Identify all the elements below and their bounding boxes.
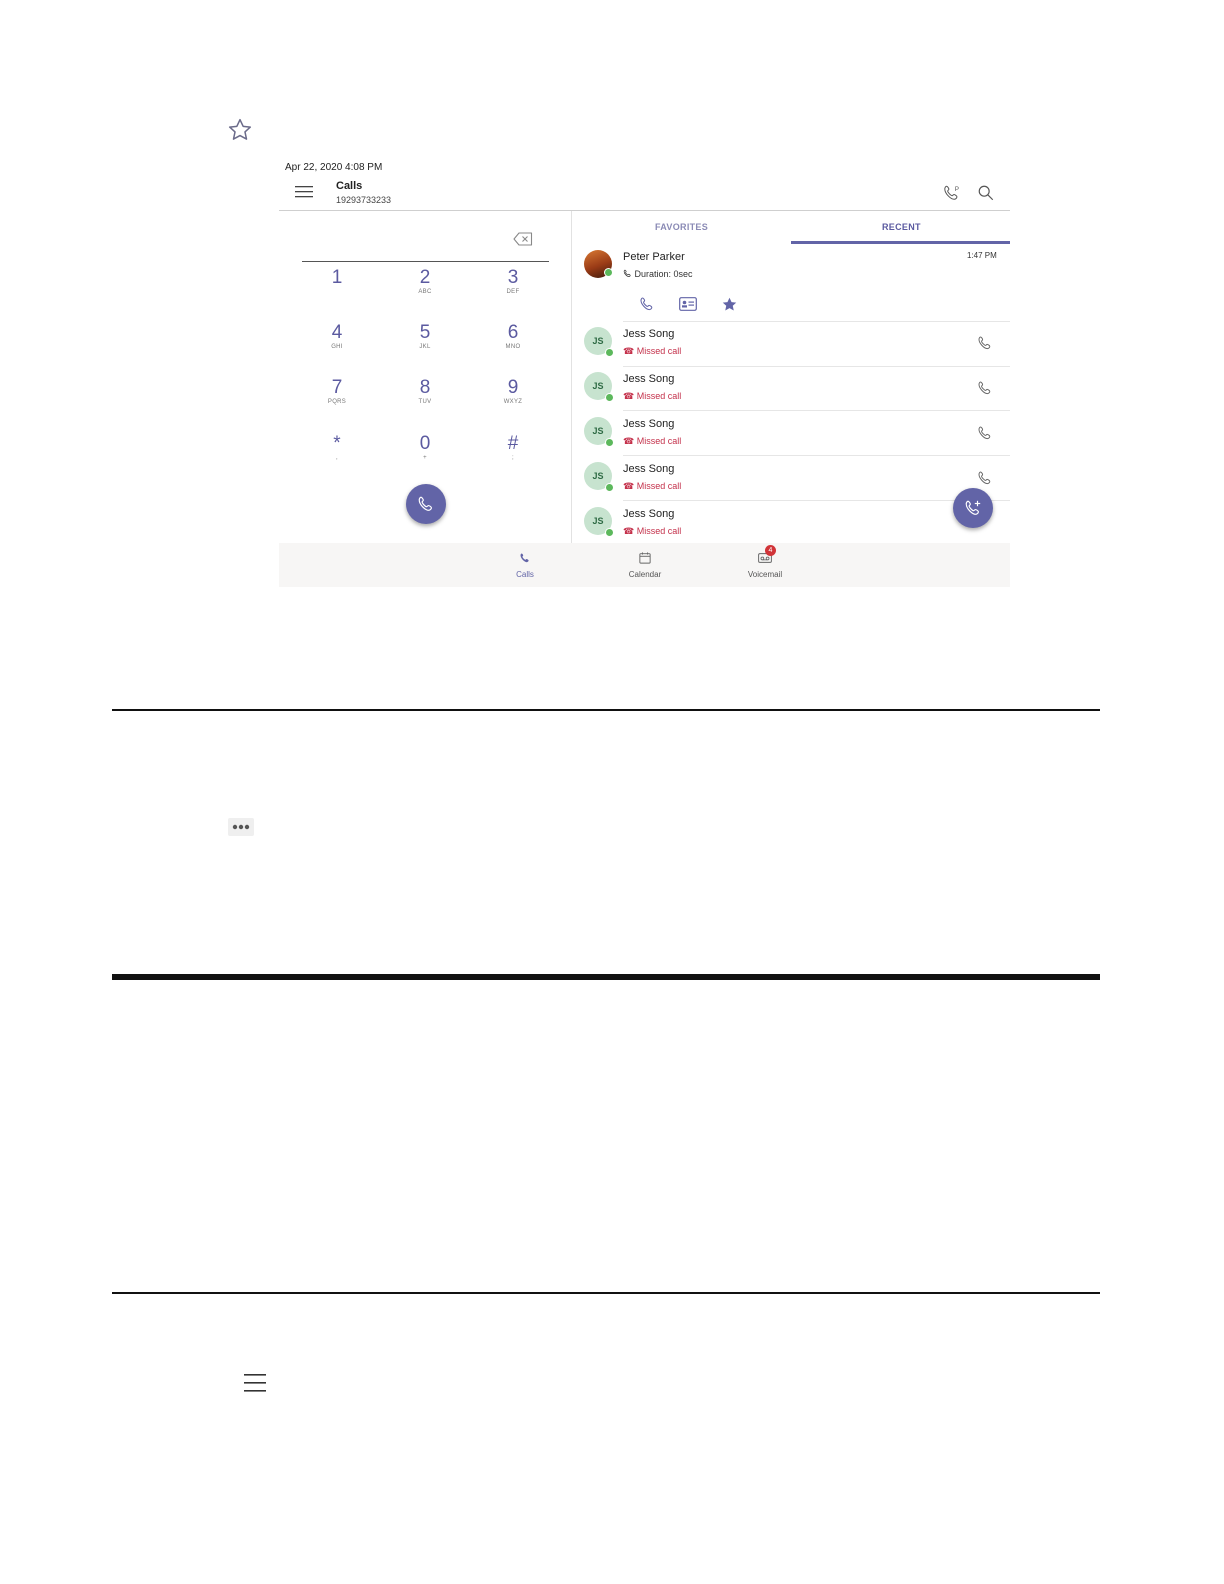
call-status: ☎ Missed call — [623, 346, 681, 357]
active-tab-indicator — [791, 241, 1010, 244]
call-status-text: Missed call — [636, 346, 682, 356]
presence-available-icon — [605, 483, 614, 492]
menu-icon[interactable] — [295, 185, 313, 199]
hamburger-menu-icon — [244, 1374, 266, 1392]
contact-name[interactable]: Jess Song — [623, 508, 674, 520]
nav-calls-label: Calls — [516, 570, 534, 579]
contact-name[interactable]: Peter Parker — [623, 251, 685, 263]
user-number: 19293733233 — [336, 195, 392, 205]
missed-call-icon: ☎ — [623, 526, 635, 536]
contact-name[interactable]: Jess Song — [623, 373, 674, 385]
nav-voicemail[interactable]: Voicemail 4 — [735, 545, 795, 579]
dialpad-key-4[interactable]: 4 GHI — [302, 323, 372, 352]
call-icon[interactable] — [977, 380, 993, 396]
dialpad-key-star[interactable]: *, — [302, 434, 372, 463]
bottom-nav: Calls Calendar Voicemail 4 — [279, 543, 1010, 587]
row-divider — [623, 410, 1010, 411]
park-call-icon[interactable]: P — [943, 184, 961, 202]
presence-available-icon — [605, 528, 614, 537]
missed-call-icon: ☎ — [623, 481, 635, 491]
contact-name[interactable]: Jess Song — [623, 463, 674, 475]
call-status: ☎ Missed call — [623, 391, 681, 402]
dialpad-key-1[interactable]: 1 — [302, 268, 372, 297]
call-icon[interactable] — [977, 335, 993, 351]
tab-recent[interactable]: RECENT — [882, 222, 921, 232]
presence-available-icon — [605, 438, 614, 447]
dialpad-key-5[interactable]: 5 JKL — [390, 323, 460, 352]
row-divider — [623, 500, 1010, 501]
call-status: ☎ Missed call — [623, 436, 681, 447]
page-title: Calls — [336, 180, 363, 192]
call-status-text: Missed call — [636, 391, 682, 401]
section-divider-heavy — [112, 974, 1100, 980]
backspace-icon[interactable] — [513, 232, 533, 246]
more-options-icon — [228, 818, 254, 836]
dial-input-underline — [302, 261, 549, 262]
call-status-text: Missed call — [636, 436, 682, 446]
favorite-star-icon[interactable] — [721, 296, 738, 313]
call-icon[interactable] — [977, 425, 993, 441]
nav-voicemail-label: Voicemail — [747, 570, 783, 579]
section-divider — [112, 709, 1100, 711]
nav-calendar-label: Calendar — [628, 570, 662, 579]
contact-name[interactable]: Jess Song — [623, 328, 674, 340]
call-duration-text: Duration: 0sec — [634, 269, 693, 279]
missed-call-icon: ☎ — [623, 346, 635, 356]
call-time: 1:47 PM — [967, 251, 997, 260]
presence-available-icon — [605, 348, 614, 357]
missed-call-icon: ☎ — [623, 391, 635, 401]
missed-call-icon: ☎ — [623, 436, 635, 446]
voicemail-count-badge: 4 — [765, 545, 776, 556]
new-call-button[interactable] — [953, 488, 993, 528]
row-divider — [623, 455, 1010, 456]
dialpad-key-8[interactable]: 8 TUV — [390, 378, 460, 407]
star-outline-icon — [228, 118, 252, 140]
section-divider — [112, 1292, 1100, 1294]
pane-divider — [571, 211, 572, 543]
nav-calendar[interactable]: Calendar — [615, 551, 675, 579]
contact-name[interactable]: Jess Song — [623, 418, 674, 430]
dialpad-key-2[interactable]: 2 ABC — [390, 268, 460, 297]
presence-available-icon — [604, 268, 613, 277]
call-back-icon[interactable] — [639, 296, 655, 312]
dialpad-key-6[interactable]: 6 MNO — [478, 323, 548, 352]
tab-favorites[interactable]: FAVORITES — [655, 222, 708, 232]
nav-calls[interactable]: Calls — [495, 551, 555, 579]
search-icon[interactable] — [977, 184, 995, 202]
dialpad-key-0[interactable]: 0 + — [390, 434, 460, 463]
teams-calls-screenshot: Apr 22, 2020 4:08 PM Calls 19293733233 P… — [279, 155, 1010, 587]
phone-icon — [418, 496, 432, 511]
dialpad-key-9[interactable]: 9 WXYZ — [478, 378, 548, 407]
row-divider — [623, 366, 1010, 367]
add-call-icon — [965, 500, 981, 515]
dial-call-button[interactable] — [406, 484, 446, 524]
dialpad-key-3[interactable]: 3 DEF — [478, 268, 548, 297]
call-duration: Duration: 0sec — [623, 269, 693, 279]
call-icon[interactable] — [977, 470, 993, 486]
contact-card-icon[interactable] — [679, 297, 697, 311]
row-divider — [623, 321, 1010, 322]
header-divider — [279, 210, 1010, 211]
calendar-icon — [639, 552, 651, 564]
call-status-text: Missed call — [636, 526, 682, 536]
call-status-text: Missed call — [636, 481, 682, 491]
dialpad-key-7[interactable]: 7 PQRS — [302, 378, 372, 407]
status-datetime: Apr 22, 2020 4:08 PM — [285, 162, 383, 173]
phone-icon — [520, 553, 529, 563]
dialpad-key-hash[interactable]: #; — [478, 434, 548, 463]
call-status: ☎ Missed call — [623, 526, 681, 537]
call-status: ☎ Missed call — [623, 481, 681, 492]
svg-text:P: P — [955, 186, 959, 193]
avatar[interactable] — [584, 250, 613, 278]
outgoing-call-icon — [623, 269, 631, 278]
presence-available-icon — [605, 393, 614, 402]
